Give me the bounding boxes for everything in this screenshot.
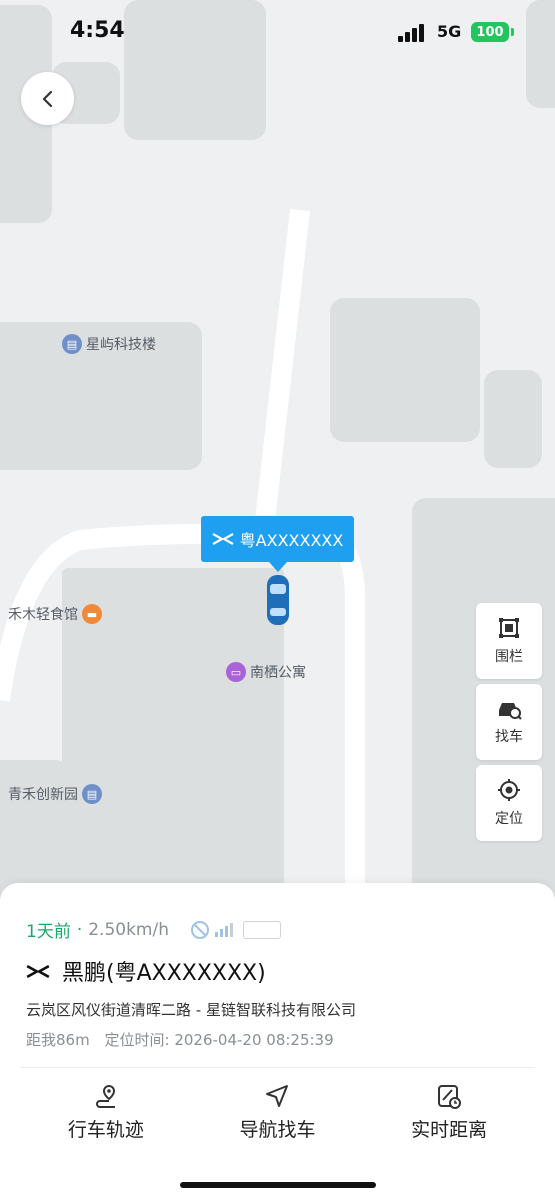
vehicle-status-row: 1天前 · 2.50km/h	[26, 917, 281, 942]
status-time: 4:54	[70, 18, 125, 43]
poi-hemu-restaurant[interactable]: 禾木轻食馆 ▬	[8, 604, 106, 624]
map-view[interactable]: ▤ 星屿科技楼 禾木轻食馆 ▬ ▭ 南栖公寓 青禾创新园 ▤ 粤AXXXXXXX	[0, 0, 555, 900]
map-roads	[0, 208, 365, 900]
divider	[20, 1067, 535, 1068]
distance-icon	[438, 1085, 462, 1109]
battery-icon: 100	[471, 22, 509, 42]
action-bar: 行车轨迹 导航找车 实时距离	[0, 1083, 555, 1142]
car-marker-icon[interactable]	[266, 574, 290, 626]
track-button[interactable]: 行车轨迹	[36, 1083, 176, 1142]
vehicle-battery-icon	[243, 920, 281, 939]
locate-time-label: 定位时间:	[104, 1031, 170, 1049]
network-type: 5G	[437, 22, 462, 41]
brand-logo-icon	[26, 964, 50, 978]
vehicle-meta: 距我86m 定位时间: 2026-04-20 08:25:39	[26, 1029, 334, 1050]
find-car-button[interactable]: 找车	[476, 684, 542, 760]
hotel-icon: ▭	[226, 662, 246, 682]
fence-button[interactable]: 围栏	[476, 603, 542, 679]
battery-tip	[511, 28, 514, 36]
separator: ·	[76, 919, 83, 940]
signal-icon	[398, 24, 424, 42]
realtime-distance-button[interactable]: 实时距离	[379, 1083, 519, 1142]
map-toolbar: 围栏 找车 定位	[476, 603, 542, 846]
locate-time: 2026-04-20 08:25:39	[174, 1031, 334, 1049]
distance: 距我86m	[26, 1031, 90, 1049]
poi-nanqi-apartment[interactable]: ▭ 南栖公寓	[222, 662, 306, 682]
vehicle-map-tag[interactable]: 粤AXXXXXXX	[201, 516, 354, 572]
speed: 2.50km/h	[88, 919, 169, 940]
last-seen: 1天前	[26, 922, 71, 942]
vehicle-info-sheet: 1天前 · 2.50km/h 黑鹏(粤AXXXXXXX) 云岚区风仪街道清晖二路…	[0, 883, 555, 1200]
gps-icon	[191, 920, 209, 939]
locate-button[interactable]: 定位	[476, 765, 542, 841]
brand-logo-icon	[212, 533, 234, 545]
car-search-icon	[499, 703, 522, 720]
office-icon: ▤	[62, 334, 82, 354]
poi-qinghe-park[interactable]: 青禾创新园 ▤	[8, 784, 106, 804]
office-icon: ▤	[82, 784, 102, 804]
locate-icon	[498, 779, 520, 801]
vehicle-address: 云岚区风仪街道清晖二路 - 星链智联科技有限公司	[26, 1001, 356, 1019]
status-bar: 4:54 5G 100	[0, 0, 555, 66]
cell-signal-icon	[215, 922, 233, 937]
vehicle-name: 黑鹏(粤AXXXXXXX)	[26, 955, 266, 987]
chevron-left-icon	[42, 90, 52, 107]
food-icon: ▬	[82, 604, 102, 624]
navigation-icon	[266, 1085, 289, 1107]
navigate-button[interactable]: 导航找车	[207, 1083, 347, 1142]
route-icon	[95, 1084, 115, 1108]
back-button[interactable]	[21, 72, 74, 125]
poi-xingyu-tech-building[interactable]: ▤ 星屿科技楼	[58, 334, 156, 354]
fence-icon	[499, 618, 519, 638]
home-indicator	[180, 1182, 376, 1188]
